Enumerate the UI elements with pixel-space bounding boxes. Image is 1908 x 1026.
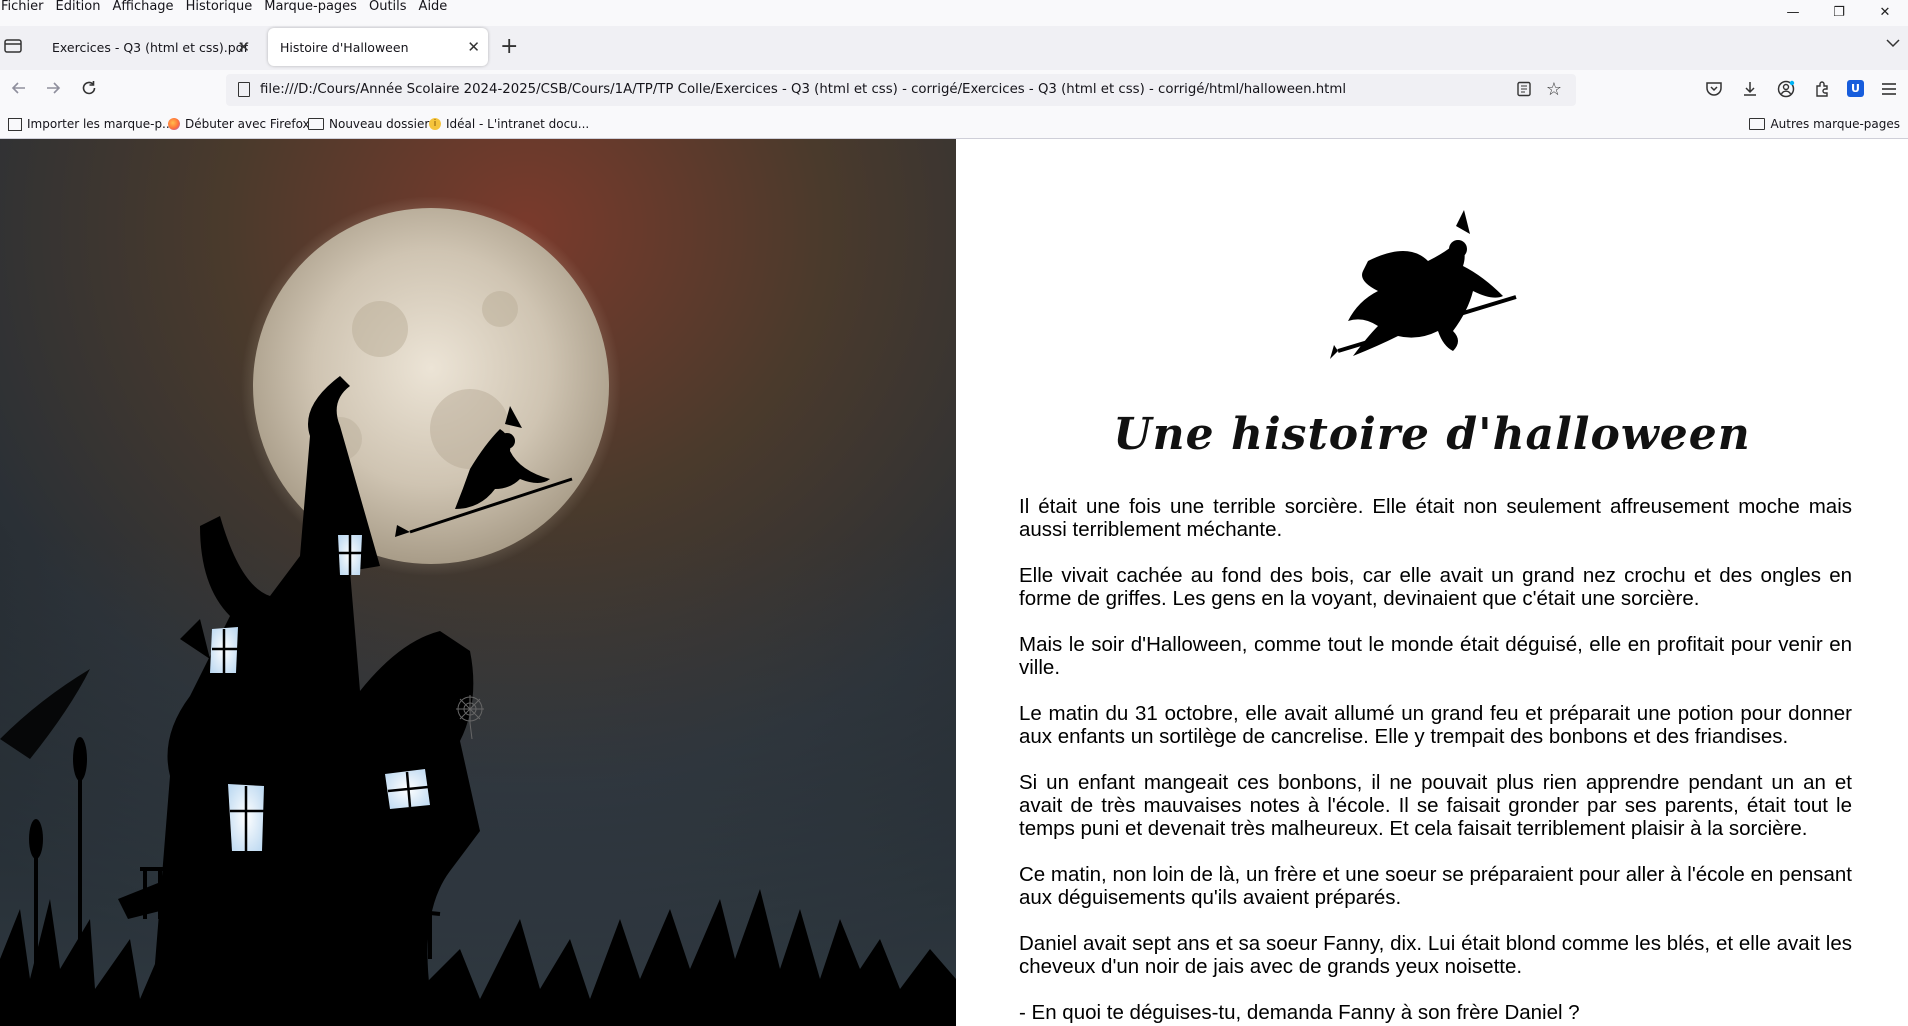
- menu-historique[interactable]: Historique: [186, 0, 253, 14]
- restore-button[interactable]: ❐: [1816, 0, 1862, 24]
- bookmark-label: Idéal - L'intranet docu...: [446, 117, 590, 131]
- menu-bar: Fichier Edition Affichage Historique Mar…: [0, 0, 447, 14]
- ideal-icon: i: [429, 118, 441, 130]
- story-paragraph: Le matin du 31 octobre, elle avait allum…: [1019, 702, 1852, 748]
- menu-outils[interactable]: Outils: [369, 0, 407, 14]
- tab-strip: Exercices - Q3 (html et css).pdf ✕ Histo…: [0, 26, 1908, 70]
- bookmark-label: Nouveau dossier: [329, 117, 430, 131]
- pocket-icon[interactable]: [1703, 78, 1725, 100]
- story-paragraph: Si un enfant mangeait ces bonbons, il ne…: [1019, 771, 1852, 840]
- story-paragraph: Elle vivait cachée au fond des bois, car…: [1019, 564, 1852, 610]
- downloads-icon[interactable]: [1739, 78, 1761, 100]
- firefox-view-button[interactable]: [4, 38, 26, 58]
- tab-close-icon[interactable]: ✕: [237, 38, 250, 56]
- window-controls: — ❐ ✕: [1770, 0, 1908, 24]
- reload-button[interactable]: [80, 79, 98, 102]
- tab-label: Exercices - Q3 (html et css).pdf: [52, 39, 249, 55]
- tab-label: Histoire d'Halloween: [280, 39, 409, 55]
- menu-affichage[interactable]: Affichage: [112, 0, 173, 14]
- story-paragraph: Mais le soir d'Halloween, comme tout le …: [1019, 633, 1852, 679]
- close-window-button[interactable]: ✕: [1862, 0, 1908, 24]
- bookmark-label: Débuter avec Firefox: [185, 117, 310, 131]
- bookmark-label: Importer les marque-p...: [27, 117, 174, 131]
- page-icon: [238, 82, 250, 97]
- new-tab-button[interactable]: +: [500, 34, 518, 59]
- minimize-button[interactable]: —: [1770, 0, 1816, 24]
- firefox-icon: [168, 118, 180, 130]
- reader-view-icon[interactable]: [1516, 81, 1532, 101]
- back-button[interactable]: [10, 79, 28, 102]
- bookmark-star-icon[interactable]: ☆: [1546, 79, 1562, 100]
- witch-moon-logo: [1330, 201, 1548, 359]
- story-paragraph: - En quoi te déguises-tu, demanda Fanny …: [1019, 1001, 1580, 1024]
- address-bar[interactable]: file:///D:/Cours/Année Scolaire 2024-202…: [226, 74, 1576, 106]
- reload-icon: [82, 81, 96, 95]
- menu-edition[interactable]: Edition: [56, 0, 101, 14]
- bitwarden-icon[interactable]: U: [1847, 80, 1864, 97]
- tab-halloween[interactable]: Histoire d'Halloween ✕: [268, 28, 488, 66]
- url-text[interactable]: file:///D:/Cours/Année Scolaire 2024-202…: [260, 82, 1346, 97]
- import-icon: [8, 117, 22, 131]
- bookmark-import[interactable]: Importer les marque-p...: [8, 117, 174, 131]
- toolbar-icons: U: [1703, 78, 1900, 100]
- tab-pdf[interactable]: Exercices - Q3 (html et css).pdf ✕: [40, 28, 258, 66]
- arrow-left-icon: [11, 82, 25, 94]
- other-bookmarks-label: Autres marque-pages: [1770, 117, 1900, 131]
- account-icon[interactable]: [1775, 78, 1797, 100]
- story-text: Il était une fois une terrible sorcière.…: [1019, 495, 1852, 1026]
- hamburger-menu-icon[interactable]: [1878, 78, 1900, 100]
- story-paragraph: Ce matin, non loin de là, un frère et un…: [1019, 863, 1852, 909]
- nav-bar: file:///D:/Cours/Année Scolaire 2024-202…: [0, 70, 1908, 110]
- halloween-scene-image: [0, 139, 956, 1026]
- bookmark-folder[interactable]: Nouveau dossier: [308, 117, 429, 131]
- menu-marque-pages[interactable]: Marque-pages: [264, 0, 357, 14]
- menu-fichier[interactable]: Fichier: [1, 0, 44, 14]
- menu-aide[interactable]: Aide: [419, 0, 448, 14]
- bookmark-firefox[interactable]: Débuter avec Firefox: [168, 117, 310, 131]
- other-bookmarks[interactable]: Autres marque-pages: [1749, 117, 1900, 131]
- folder-icon: [308, 118, 324, 130]
- folder-icon: [1749, 118, 1766, 130]
- story-paragraph: Daniel avait sept ans et sa soeur Fanny,…: [1019, 932, 1852, 978]
- arrow-right-icon: [47, 82, 61, 94]
- forward-button[interactable]: [44, 79, 62, 102]
- story-paragraph: Il était une fois une terrible sorcière.…: [1019, 495, 1852, 541]
- story-panel: Une histoire d'halloween Il était une fo…: [956, 139, 1908, 1026]
- tab-close-icon[interactable]: ✕: [467, 38, 480, 56]
- bookmark-ideal[interactable]: i Idéal - L'intranet docu...: [429, 117, 589, 131]
- extensions-icon[interactable]: [1811, 78, 1833, 100]
- list-all-tabs-button[interactable]: [1886, 36, 1900, 52]
- bookmarks-toolbar: Importer les marque-p... Débuter avec Fi…: [0, 112, 1908, 138]
- chevron-down-icon: [1886, 39, 1900, 48]
- page-title: Une histoire d'halloween: [1113, 409, 1751, 460]
- page-content: Une histoire d'halloween Il était une fo…: [0, 139, 1908, 1026]
- firefox-view-icon: [4, 39, 22, 53]
